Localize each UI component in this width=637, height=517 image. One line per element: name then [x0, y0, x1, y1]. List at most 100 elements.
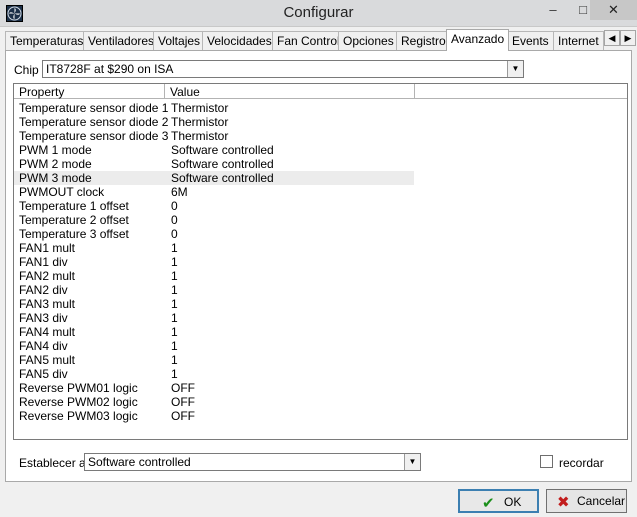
tab-opciones[interactable]: Opciones: [338, 31, 399, 50]
table-row[interactable]: PWMOUT clock 6M: [14, 185, 414, 199]
property-name: FAN1 div: [19, 255, 68, 269]
chevron-down-icon[interactable]: ▼: [404, 454, 420, 470]
property-value: 0: [171, 227, 178, 241]
cancel-button-label: Cancelar: [577, 494, 626, 508]
property-name: Temperature 3 offset: [19, 227, 129, 241]
set-value-select-value: Software controlled: [88, 455, 191, 469]
property-value: Software controlled: [171, 171, 274, 185]
property-value: 1: [171, 339, 178, 353]
property-name: FAN5 mult: [19, 353, 76, 367]
chip-select[interactable]: IT8728F at $290 on ISA ▼: [42, 60, 524, 78]
property-value: 1: [171, 325, 178, 339]
column-header-value[interactable]: Value: [165, 84, 415, 99]
column-header-property[interactable]: Property: [14, 84, 165, 99]
table-row[interactable]: PWM 1 mode Software controlled: [14, 143, 414, 157]
table-row[interactable]: PWM 3 mode Software controlled: [14, 171, 414, 185]
property-name: FAN4 mult: [19, 325, 76, 339]
property-value: 1: [171, 297, 178, 311]
ok-button[interactable]: ✔ OK: [458, 489, 539, 513]
property-name: Temperature sensor diode 3: [19, 129, 169, 143]
table-row[interactable]: Reverse PWM02 logic OFF: [14, 395, 414, 409]
tab-fan-control[interactable]: Fan Control: [272, 31, 345, 50]
table-row[interactable]: FAN2 div 1: [14, 283, 414, 297]
property-name: FAN5 div: [19, 367, 68, 381]
chip-label: Chip: [14, 63, 39, 77]
property-rows: Temperature sensor diode 1 Thermistor Temp…: [14, 101, 414, 423]
minimize-button[interactable]: –: [540, 0, 566, 20]
property-value: 1: [171, 353, 178, 367]
list-header: Property Value: [14, 84, 627, 99]
tab-events[interactable]: Events: [507, 31, 554, 50]
table-row[interactable]: FAN3 div 1: [14, 311, 414, 325]
set-value-select[interactable]: Software controlled ▼: [84, 453, 421, 471]
tab-scroll-left-button[interactable]: ◀: [604, 30, 620, 46]
property-name: FAN4 div: [19, 339, 68, 353]
table-row[interactable]: Reverse PWM01 logic OFF: [14, 381, 414, 395]
chip-select-value: IT8728F at $290 on ISA: [46, 62, 174, 76]
title-bar: Configurar – □ ✕: [0, 0, 637, 27]
table-row[interactable]: FAN4 mult 1: [14, 325, 414, 339]
tab-internet[interactable]: Internet: [553, 31, 604, 50]
property-name: FAN3 div: [19, 311, 68, 325]
property-name: PWMOUT clock: [19, 185, 105, 199]
property-value: 1: [171, 269, 178, 283]
table-row[interactable]: Temperature sensor diode 3 Thermistor: [14, 129, 414, 143]
table-row[interactable]: FAN5 mult 1: [14, 353, 414, 367]
property-value: Software controlled: [171, 157, 274, 171]
table-row[interactable]: Temperature 2 offset 0: [14, 213, 414, 227]
table-row[interactable]: FAN1 mult 1: [14, 241, 414, 255]
ok-button-label: OK: [504, 495, 522, 509]
property-name: FAN2 mult: [19, 269, 76, 283]
property-value: OFF: [171, 395, 195, 409]
table-row[interactable]: FAN2 mult 1: [14, 269, 414, 283]
table-row[interactable]: Temperature 3 offset 0: [14, 227, 414, 241]
property-value: 6M: [171, 185, 188, 199]
chevron-down-icon[interactable]: ▼: [507, 61, 523, 77]
table-row[interactable]: Temperature sensor diode 1 Thermistor: [14, 101, 414, 115]
property-name: Reverse PWM01 logic: [19, 381, 138, 395]
table-row[interactable]: FAN1 div 1: [14, 255, 414, 269]
property-value: 0: [171, 199, 178, 213]
table-row[interactable]: FAN3 mult 1: [14, 297, 414, 311]
property-value: Thermistor: [171, 115, 229, 129]
property-name: PWM 3 mode: [19, 171, 92, 185]
property-value: 1: [171, 283, 178, 297]
table-row[interactable]: Temperature 1 offset 0: [14, 199, 414, 213]
remember-checkbox[interactable]: [540, 455, 553, 468]
property-name: PWM 2 mode: [19, 157, 92, 171]
tab-strip: Temperaturas Ventiladores Voltajes Veloc…: [5, 29, 605, 51]
tab-temperaturas[interactable]: Temperaturas: [5, 31, 89, 50]
property-value: 0: [171, 213, 178, 227]
property-name: Reverse PWM02 logic: [19, 395, 138, 409]
property-value: Thermistor: [171, 129, 229, 143]
remember-label[interactable]: recordar: [559, 456, 604, 470]
property-value: OFF: [171, 409, 195, 423]
property-name: FAN1 mult: [19, 241, 76, 255]
property-name: Temperature 1 offset: [19, 199, 129, 213]
tab-ventiladores[interactable]: Ventiladores: [83, 31, 160, 50]
property-name: Temperature 2 offset: [19, 213, 129, 227]
tab-velocidades[interactable]: Velocidades: [202, 31, 277, 50]
property-name: FAN3 mult: [19, 297, 76, 311]
tab-registro[interactable]: Registro: [396, 31, 451, 50]
property-name: FAN2 div: [19, 283, 68, 297]
property-value: 1: [171, 311, 178, 325]
tab-avanzado[interactable]: Avanzado: [446, 29, 510, 51]
table-row[interactable]: Temperature sensor diode 2 Thermistor: [14, 115, 414, 129]
property-list[interactable]: Property Value Temperature sensor diode …: [13, 83, 628, 440]
table-row[interactable]: PWM 2 mode Software controlled: [14, 157, 414, 171]
tab-voltajes[interactable]: Voltajes: [153, 31, 206, 50]
cancel-button[interactable]: ✖ Cancelar: [546, 489, 627, 513]
property-value: 1: [171, 255, 178, 269]
property-value: Thermistor: [171, 101, 229, 115]
property-value: 1: [171, 241, 178, 255]
property-value: 1: [171, 367, 178, 381]
table-row[interactable]: FAN5 div 1: [14, 367, 414, 381]
table-row[interactable]: Reverse PWM03 logic OFF: [14, 409, 414, 423]
property-name: Temperature sensor diode 2: [19, 115, 169, 129]
property-name: Reverse PWM03 logic: [19, 409, 138, 423]
table-row[interactable]: FAN4 div 1: [14, 339, 414, 353]
cross-icon: ✖: [557, 494, 570, 511]
tab-scroll-right-button[interactable]: ▶: [620, 30, 636, 46]
close-button[interactable]: ✕: [590, 0, 637, 20]
